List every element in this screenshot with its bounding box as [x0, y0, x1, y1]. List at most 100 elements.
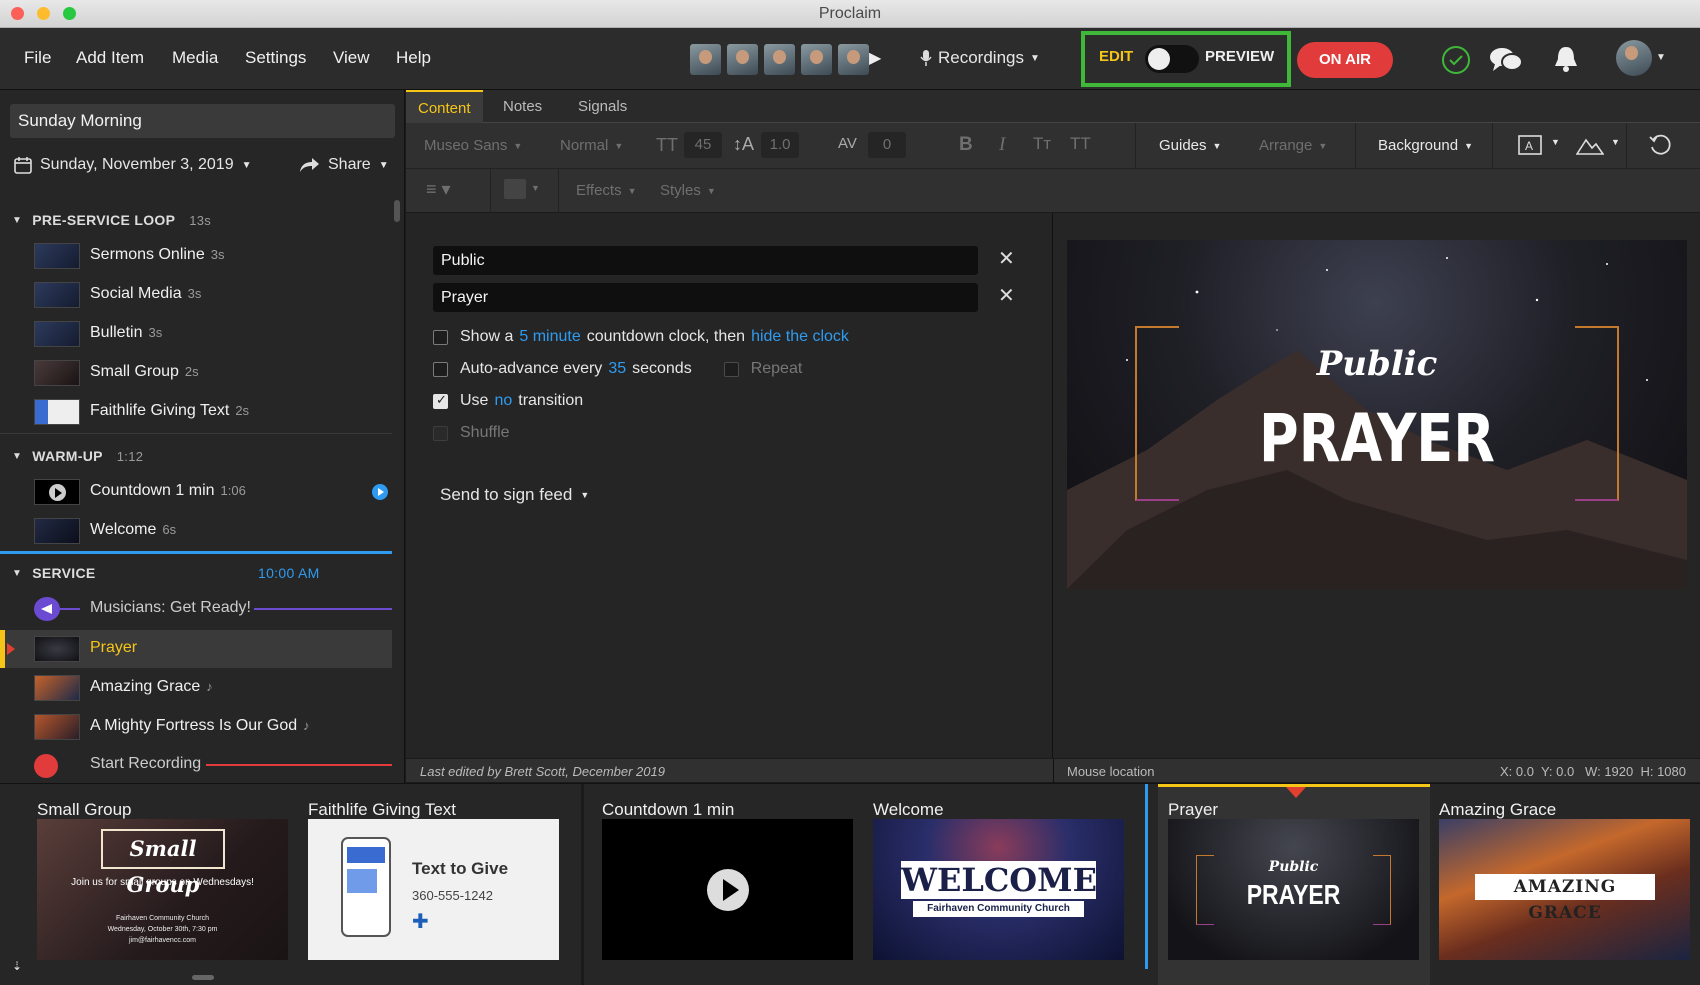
- team-avatar[interactable]: [690, 44, 721, 75]
- team-avatar[interactable]: [838, 44, 869, 75]
- image-mountain-icon[interactable]: [1576, 134, 1604, 156]
- countdown-duration-link[interactable]: 5 minute: [519, 328, 580, 346]
- align-icon[interactable]: ≡ ▾: [426, 179, 451, 200]
- bold-button[interactable]: B: [959, 134, 973, 156]
- section-header-service[interactable]: ▼ SERVICE 10:00 AM: [0, 556, 392, 590]
- section-header-warm-up[interactable]: ▼ WARM-UP 1:12: [0, 439, 392, 473]
- reset-icon[interactable]: [1648, 133, 1672, 157]
- team-avatar[interactable]: [764, 44, 795, 75]
- live-marker-icon: [1286, 787, 1306, 798]
- chat-icon[interactable]: [1489, 46, 1523, 74]
- chevron-down-icon[interactable]: ▼: [1551, 137, 1560, 147]
- list-item[interactable]: Welcome 6s: [0, 512, 392, 550]
- chevron-down-icon[interactable]: ▼: [1611, 137, 1620, 147]
- user-avatar[interactable]: [1616, 40, 1652, 76]
- list-item[interactable]: Musicians: Get Ready!: [0, 590, 392, 628]
- edit-preview-switch[interactable]: [1145, 45, 1199, 73]
- text-field-prayer[interactable]: Prayer: [433, 283, 978, 312]
- transition-checkbox[interactable]: ✓: [433, 392, 448, 409]
- italic-button[interactable]: I: [999, 134, 1005, 156]
- menu-view[interactable]: View: [333, 48, 370, 68]
- effects-dropdown[interactable]: Effects ▼: [576, 182, 637, 199]
- collapse-strip-icon[interactable]: ⇣: [12, 959, 22, 973]
- chevron-down-icon[interactable]: ▼: [1656, 52, 1666, 63]
- share-button[interactable]: Share ▼: [298, 156, 389, 174]
- live-marker-icon: [7, 643, 15, 655]
- presentation-title-field[interactable]: Sunday Morning: [10, 104, 395, 138]
- menu-media[interactable]: Media: [172, 48, 218, 68]
- menu-help[interactable]: Help: [396, 48, 431, 68]
- strip-card-giving-text[interactable]: Faithlife Giving Text Text to Give 360-5…: [308, 784, 559, 985]
- music-note-icon: ♪: [303, 718, 310, 733]
- list-item[interactable]: Sermons Online 3s: [0, 237, 392, 275]
- strip-card-small-group[interactable]: Small Group Small Group Join us for smal…: [37, 784, 288, 985]
- list-item[interactable]: Small Group 2s: [0, 354, 392, 392]
- recordings-dropdown[interactable]: Recordings ▼: [920, 48, 1040, 68]
- background-dropdown[interactable]: Background ▼: [1378, 137, 1473, 154]
- shuffle-checkbox[interactable]: [433, 425, 448, 441]
- arrange-dropdown[interactable]: Arrange ▼: [1259, 137, 1327, 154]
- list-item[interactable]: Countdown 1 min 1:06: [0, 473, 392, 511]
- play-icon[interactable]: ▶: [869, 48, 881, 68]
- line-height-input[interactable]: 1.0: [761, 132, 799, 158]
- collapse-triangle-icon[interactable]: ▼: [12, 568, 22, 579]
- collapse-triangle-icon[interactable]: ▼: [12, 215, 22, 226]
- menu-file[interactable]: File: [24, 48, 51, 68]
- card-thumbnail: Text to Give 360-555-1242 ✚: [308, 819, 559, 960]
- letter-spacing-input[interactable]: 0: [868, 132, 906, 158]
- on-air-button[interactable]: ON AIR: [1297, 42, 1393, 78]
- list-item[interactable]: Faithlife Giving Text 2s: [0, 393, 392, 431]
- content-editor: Public ✕ Prayer ✕ Show a 5 minute countd…: [406, 213, 1053, 758]
- card-thumbnail: WELCOME Fairhaven Community Church: [873, 819, 1124, 960]
- team-avatar[interactable]: [801, 44, 832, 75]
- font-size-input[interactable]: 45: [684, 132, 722, 158]
- list-item[interactable]: A Mighty Fortress Is Our God ♪: [0, 708, 392, 746]
- remove-field-button[interactable]: ✕: [998, 246, 1015, 271]
- strip-card-countdown[interactable]: Countdown 1 min: [602, 784, 853, 985]
- list-item-selected[interactable]: Prayer: [0, 630, 392, 668]
- strip-card-welcome[interactable]: Welcome WELCOME Fairhaven Community Chur…: [873, 784, 1124, 985]
- preview-label[interactable]: PREVIEW: [1205, 48, 1274, 65]
- guides-dropdown[interactable]: Guides ▼: [1159, 137, 1221, 154]
- tab-content[interactable]: Content: [406, 90, 483, 123]
- strip-card-amazing-grace[interactable]: Amazing Grace AMAZING GRACE: [1439, 784, 1690, 985]
- chevron-down-icon[interactable]: ▼: [531, 183, 540, 193]
- menu-settings[interactable]: Settings: [245, 48, 306, 68]
- styles-dropdown[interactable]: Styles ▼: [660, 182, 716, 199]
- text-box-icon[interactable]: A: [1518, 134, 1544, 156]
- scrollbar-thumb[interactable]: [394, 200, 400, 222]
- chevron-down-icon: ▼: [378, 159, 389, 171]
- tab-notes[interactable]: Notes: [491, 90, 554, 123]
- section-header-pre-service-loop[interactable]: ▼ PRE-SERVICE LOOP 13s: [0, 203, 392, 237]
- color-swatch[interactable]: [504, 179, 526, 199]
- collapse-triangle-icon[interactable]: ▼: [12, 451, 22, 462]
- auto-advance-seconds-link[interactable]: 35: [608, 360, 626, 378]
- card-thumbnail: Small Group Join us for small groups on …: [37, 819, 288, 960]
- menu-add-item[interactable]: Add Item: [76, 48, 144, 68]
- service-date-picker[interactable]: Sunday, November 3, 2019 ▼: [14, 156, 252, 174]
- text-field-public[interactable]: Public: [433, 246, 978, 275]
- repeat-checkbox[interactable]: [723, 361, 739, 377]
- team-avatar[interactable]: [727, 44, 758, 75]
- list-item[interactable]: Bulletin 3s: [0, 315, 392, 353]
- countdown-checkbox[interactable]: [433, 329, 448, 345]
- font-family-select[interactable]: Museo Sans ▼: [424, 137, 522, 154]
- tab-signals[interactable]: Signals: [566, 90, 639, 123]
- edit-label[interactable]: EDIT: [1099, 48, 1133, 65]
- check-circle-icon[interactable]: [1441, 45, 1471, 75]
- auto-advance-checkbox[interactable]: [433, 361, 448, 377]
- small-caps-button[interactable]: Tт: [1033, 134, 1051, 154]
- strip-card-prayer-selected[interactable]: Prayer Public PRAYER: [1158, 784, 1430, 985]
- send-to-sign-feed-dropdown[interactable]: Send to sign feed ▼: [440, 485, 589, 505]
- hide-clock-link[interactable]: hide the clock: [751, 328, 849, 346]
- all-caps-button[interactable]: TT: [1070, 134, 1091, 154]
- slide-preview[interactable]: Public PRAYER: [1067, 240, 1687, 589]
- strip-scrollbar[interactable]: [192, 975, 214, 980]
- list-item[interactable]: Amazing Grace ♪: [0, 669, 392, 707]
- list-item[interactable]: Start Recording: [0, 746, 392, 783]
- remove-field-button[interactable]: ✕: [998, 283, 1015, 308]
- bell-icon[interactable]: [1552, 44, 1580, 74]
- transition-type-link[interactable]: no: [494, 392, 512, 410]
- list-item[interactable]: Social Media 3s: [0, 276, 392, 314]
- font-weight-select[interactable]: Normal ▼: [560, 137, 623, 154]
